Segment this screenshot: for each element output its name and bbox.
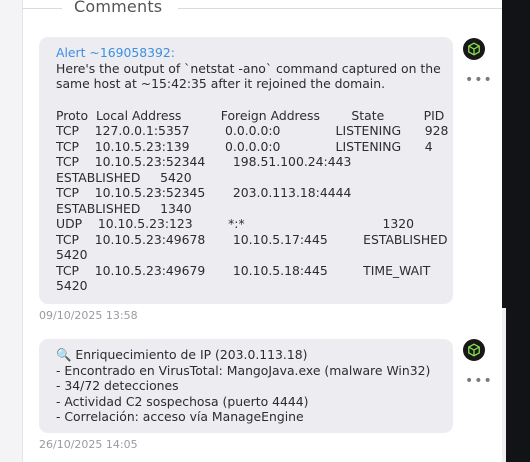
- comment-line: 🔍 Enriquecimiento de IP (203.0.113.18): [56, 347, 308, 362]
- comment-timestamp: 26/10/2025 14:05: [39, 438, 138, 451]
- left-gutter: [0, 0, 22, 462]
- netstat-row: ESTABLISHED 5420: [56, 169, 192, 185]
- netstat-row: TCP 10.10.5.23:52344 198.51.100.24:443: [56, 154, 352, 169]
- netstat-row: TCP 127.0.0.1:5357 0.0.0.0:0 LISTENING 9…: [56, 123, 449, 138]
- cube-icon[interactable]: [463, 339, 485, 361]
- comment-line: same host at ~15:42:35 after it rejoined…: [56, 76, 386, 91]
- netstat-row: TCP 10.10.5.23:49679 10.10.5.18:445 TIME…: [56, 262, 431, 278]
- more-options-icon[interactable]: •••: [465, 374, 492, 388]
- comment-line: - 34/72 detecciones: [56, 378, 179, 393]
- netstat-row: 5420: [56, 247, 88, 262]
- cube-icon[interactable]: [463, 38, 485, 60]
- more-options-icon[interactable]: •••: [465, 73, 492, 87]
- comment-bubble: Alert ~169058392: Here's the output of `…: [39, 37, 453, 304]
- comment-timestamp: 09/10/2025 13:58: [39, 309, 138, 322]
- netstat-row: TCP 10.10.5.23:52345 203.0.113.18:4444: [56, 185, 352, 200]
- section-divider-right: [178, 8, 502, 9]
- comment-line: - Actividad C2 sospechosa (puerto 4444): [56, 393, 309, 409]
- netstat-row: TCP 10.10.5.23:139 0.0.0.0:0 LISTENING 4: [56, 138, 433, 154]
- right-edge-strip: [502, 0, 530, 462]
- netstat-row: TCP 10.10.5.23:49678 10.10.5.17:445 ESTA…: [56, 231, 448, 247]
- comment-author-link[interactable]: Alert ~169058392:: [56, 45, 436, 61]
- comment-bubble: 🔍 Enriquecimiento de IP (203.0.113.18) -…: [39, 339, 453, 433]
- comment-line: - Encontrado en VirusTotal: MangoJava.ex…: [56, 362, 431, 378]
- comment-line: Here's the output of `netstat -ano` comm…: [56, 60, 441, 76]
- netstat-header-row: Proto Local Address Foreign Address Stat…: [56, 107, 445, 123]
- comment-line: [56, 92, 436, 108]
- comment-line: - Correlación: acceso vía ManageEngine: [56, 409, 304, 424]
- scroll-lane: [502, 308, 506, 462]
- section-title: Comments: [74, 0, 163, 17]
- section-divider-left: [22, 8, 62, 9]
- netstat-row: ESTABLISHED 1340: [56, 200, 192, 216]
- netstat-row: UDP 10.10.5.23:123 *:* 1320: [56, 216, 415, 231]
- netstat-row: 5420: [56, 278, 88, 293]
